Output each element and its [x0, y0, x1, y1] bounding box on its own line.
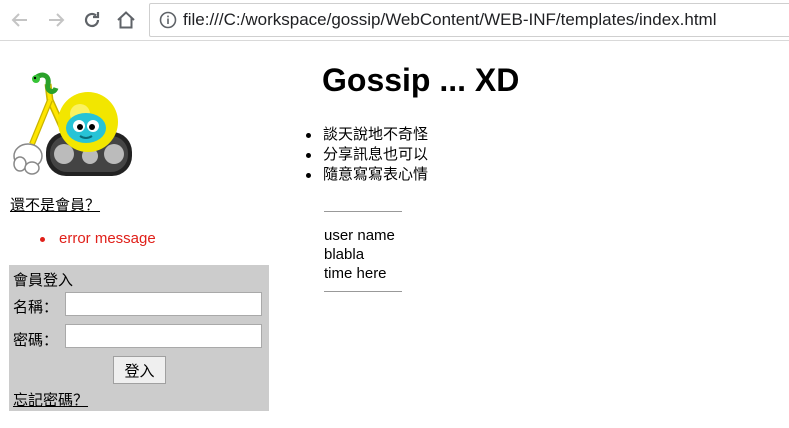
info-icon[interactable]	[159, 11, 177, 29]
message-username: user name	[324, 227, 395, 244]
signup-link[interactable]: 還不是會員？	[10, 194, 100, 215]
message-entry: user name blabla time here	[324, 226, 395, 283]
error-message: error message	[38, 230, 156, 247]
divider-bottom	[324, 291, 402, 292]
error-list: error message	[38, 230, 156, 247]
login-form: 會員登入 名稱： 密碼： 登入 忘記密碼？	[9, 265, 269, 411]
reload-button[interactable]	[80, 8, 104, 32]
feature-item: 分享訊息也可以	[301, 145, 428, 165]
username-label: 名稱：	[13, 299, 59, 316]
home-icon	[117, 11, 135, 29]
divider-top	[324, 211, 402, 212]
message-text: blabla	[324, 246, 365, 263]
arrow-right-icon	[49, 13, 65, 27]
browser-toolbar: file:///C:/workspace/gossip/WebContent/W…	[0, 0, 789, 41]
password-input[interactable]	[65, 324, 262, 348]
password-label: 密碼：	[13, 332, 59, 349]
back-button[interactable]	[8, 8, 32, 32]
username-input[interactable]	[65, 292, 262, 316]
login-title: 會員登入	[13, 272, 74, 289]
feature-list: 談天說地不奇怪 分享訊息也可以 隨意寫寫表心情	[301, 125, 428, 185]
home-button[interactable]	[114, 8, 138, 32]
address-bar[interactable]: file:///C:/workspace/gossip/WebContent/W…	[149, 3, 789, 37]
message-time: time here	[324, 265, 387, 282]
arrow-left-icon	[11, 13, 27, 27]
mascot-logo-image	[13, 72, 132, 176]
forgot-password-link[interactable]: 忘記密碼？	[13, 389, 88, 410]
login-button[interactable]: 登入	[113, 356, 166, 384]
page-title: Gossip ... XD	[322, 62, 520, 98]
url-text[interactable]: file:///C:/workspace/gossip/WebContent/W…	[183, 10, 717, 30]
feature-item: 談天說地不奇怪	[301, 125, 428, 145]
forward-button[interactable]	[44, 8, 68, 32]
reload-icon	[84, 12, 100, 28]
feature-item: 隨意寫寫表心情	[301, 165, 428, 185]
